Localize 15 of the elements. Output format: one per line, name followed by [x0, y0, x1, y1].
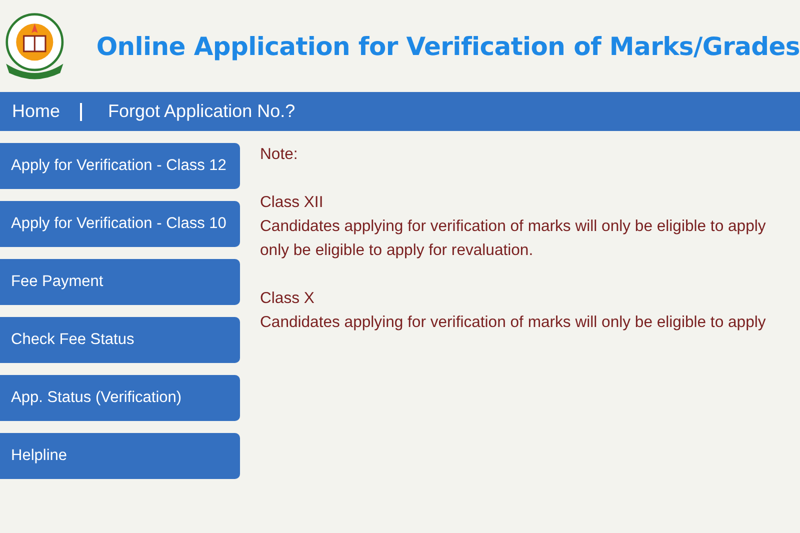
sidebar-button[interactable]: Helpline [0, 433, 240, 479]
sidebar-button[interactable]: App. Status (Verification) [0, 375, 240, 421]
note-text: Candidates applying for verification of marks will only be eligible to apply [260, 313, 766, 333]
note-label: Note: [260, 145, 298, 165]
sidebar-button[interactable]: Apply for Verification - Class 12 [0, 143, 240, 189]
nav-link[interactable]: Home [12, 101, 60, 122]
nav-link[interactable]: Forgot Application No.? [108, 101, 296, 122]
class-heading: Class XII [260, 193, 324, 213]
note-text: only be eligible to apply for revaluation. [260, 241, 534, 261]
note-text: Candidates applying for verification of marks will only be eligible to apply [260, 217, 766, 237]
sidebar-button[interactable]: Check Fee Status [0, 317, 240, 363]
sidebar-button[interactable]: Apply for Verification - Class 10 [0, 201, 240, 247]
class-heading: Class X [260, 289, 314, 309]
page-title: Online Application for Verification of Marks/Grades [96, 32, 800, 60]
sidebar-button[interactable]: Fee Payment [0, 259, 240, 305]
